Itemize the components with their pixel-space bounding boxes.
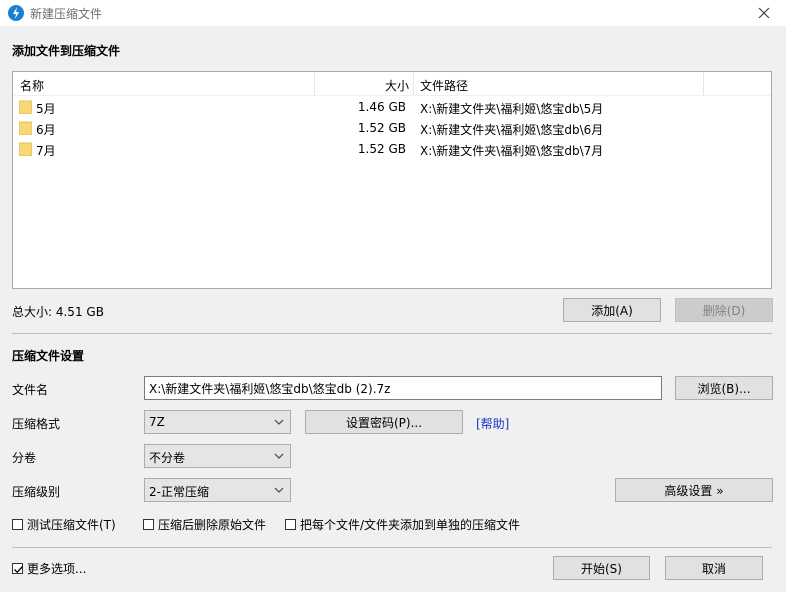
checkbox-box[interactable]	[285, 518, 296, 530]
section-divider	[12, 547, 772, 548]
file-list[interactable]: 名称 大小 文件路径 5月 1.46 GB X:\新建文件夹\福利姬\悠宝db\…	[12, 71, 772, 289]
file-name: 7月	[36, 144, 56, 158]
format-select[interactable]: 7Z	[144, 410, 291, 434]
list-item[interactable]: 5月 1.46 GB X:\新建文件夹\福利姬\悠宝db\5月	[13, 97, 771, 118]
split-select[interactable]: 不分卷	[144, 444, 291, 468]
column-separator[interactable]	[314, 72, 315, 95]
total-size: 总大小: 4.51 GB	[12, 305, 104, 319]
level-label: 压缩级别	[12, 485, 61, 499]
file-path: X:\新建文件夹\福利姬\悠宝db\6月	[420, 123, 604, 137]
delete-after-label: 压缩后删除原始文件	[158, 517, 267, 532]
folder-icon	[19, 142, 32, 156]
file-name: 5月	[36, 102, 56, 116]
cancel-button[interactable]: 取消	[665, 556, 763, 580]
add-button[interactable]: 添加(A)	[563, 298, 661, 322]
window-title: 新建压缩文件	[30, 7, 103, 21]
chevron-down-icon	[274, 487, 284, 493]
more-options-checkbox[interactable]: 更多选项...	[12, 560, 86, 576]
file-path: X:\新建文件夹\福利姬\悠宝db\7月	[420, 144, 604, 158]
split-value: 不分卷	[149, 451, 186, 465]
column-separator[interactable]	[413, 72, 414, 95]
close-icon	[758, 7, 770, 19]
advanced-settings-button[interactable]: 高级设置 »	[615, 478, 773, 502]
format-label: 压缩格式	[12, 417, 61, 431]
file-path: X:\新建文件夹\福利姬\悠宝db\5月	[420, 102, 604, 116]
folder-icon	[19, 100, 32, 114]
level-select[interactable]: 2-正常压缩	[144, 478, 291, 502]
filename-label: 文件名	[12, 383, 49, 397]
section-divider	[12, 333, 772, 334]
file-size: 1.46 GB	[357, 100, 406, 114]
column-header-name[interactable]: 名称	[20, 77, 44, 94]
split-label: 分卷	[12, 451, 37, 465]
checkbox-box[interactable]	[12, 518, 23, 530]
set-password-button[interactable]: 设置密码(P)...	[305, 410, 463, 434]
add-section-title: 添加文件到压缩文件	[12, 44, 121, 58]
chevron-down-icon	[274, 453, 284, 459]
delete-button[interactable]: 删除(D)	[675, 298, 773, 322]
start-button[interactable]: 开始(S)	[553, 556, 650, 580]
settings-section-title: 压缩文件设置	[12, 349, 85, 363]
column-separator[interactable]	[703, 72, 704, 95]
checkbox-box[interactable]	[12, 562, 23, 574]
separate-archives-label: 把每个文件/文件夹添加到单独的压缩文件	[300, 517, 521, 532]
checkbox-box[interactable]	[143, 518, 154, 530]
list-header: 名称 大小 文件路径	[13, 72, 771, 96]
level-value: 2-正常压缩	[149, 485, 209, 499]
separate-archives-checkbox[interactable]: 把每个文件/文件夹添加到单独的压缩文件	[285, 516, 520, 532]
browse-button[interactable]: 浏览(B)...	[675, 376, 773, 400]
more-options-label: 更多选项...	[27, 561, 87, 576]
filename-input[interactable]: X:\新建文件夹\福利姬\悠宝db\悠宝db (2).7z	[144, 376, 662, 400]
column-header-size[interactable]: 大小	[385, 77, 409, 94]
close-button[interactable]	[742, 0, 786, 26]
test-archive-checkbox[interactable]: 测试压缩文件(T)	[12, 516, 116, 532]
help-link[interactable]: [帮助]	[476, 415, 509, 432]
column-header-path[interactable]: 文件路径	[420, 77, 468, 94]
delete-after-checkbox[interactable]: 压缩后删除原始文件	[143, 516, 266, 532]
chevron-down-icon	[274, 419, 284, 425]
file-size: 1.52 GB	[357, 121, 406, 135]
test-archive-label: 测试压缩文件(T)	[27, 517, 116, 532]
file-name: 6月	[36, 123, 56, 137]
title-bar: 新建压缩文件	[0, 0, 786, 26]
list-item[interactable]: 7月 1.52 GB X:\新建文件夹\福利姬\悠宝db\7月	[13, 139, 771, 160]
file-size: 1.52 GB	[357, 142, 406, 156]
format-value: 7Z	[149, 415, 165, 429]
checkmark-icon	[14, 565, 23, 573]
list-item[interactable]: 6月 1.52 GB X:\新建文件夹\福利姬\悠宝db\6月	[13, 118, 771, 139]
app-logo-icon	[8, 5, 24, 21]
folder-icon	[19, 121, 32, 135]
